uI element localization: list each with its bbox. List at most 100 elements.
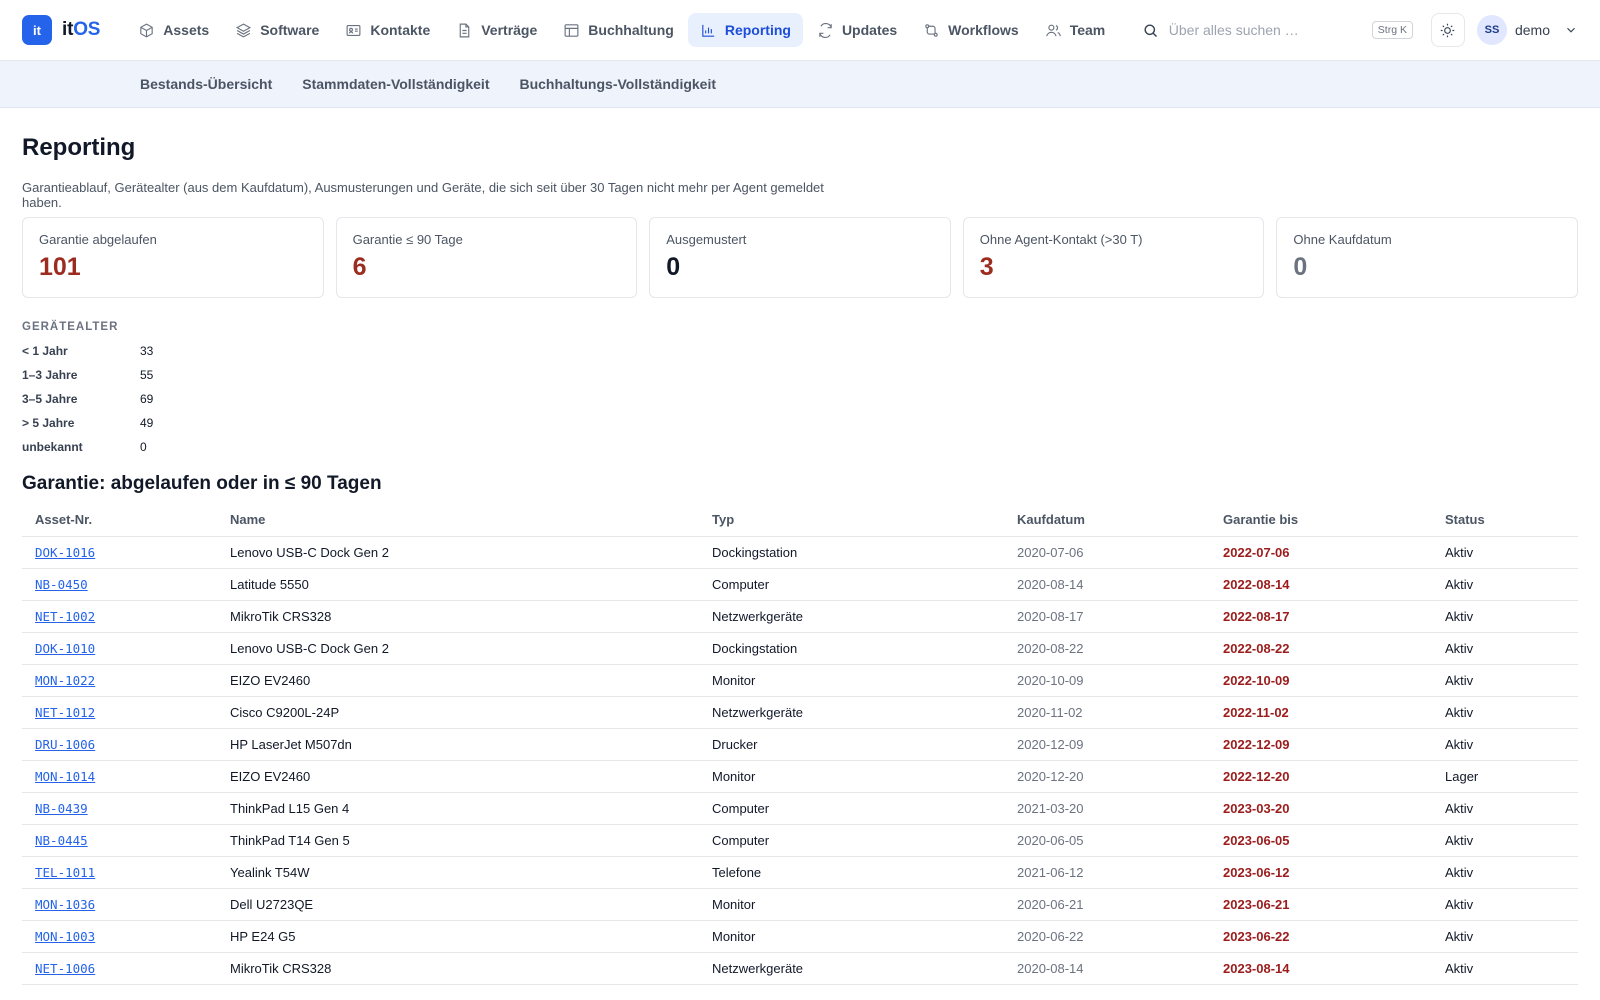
table-row: DOK-1016 Lenovo USB-C Dock Gen 2 Dockingst…: [22, 536, 1578, 569]
asset-link[interactable]: MON-1003: [35, 929, 95, 944]
purchase-date-cell: 2020-06-22: [1004, 920, 1210, 953]
purchase-date-cell: 2020-08-14: [1004, 568, 1210, 601]
type-cell: Dockingstation: [699, 536, 1004, 569]
asset-link[interactable]: NET-1006: [35, 961, 95, 976]
warranty-until-cell: 2023-03-20: [1210, 792, 1432, 825]
table-row: MON-1022 EIZO EV2460 Monitor 2020-10-09 2022…: [22, 664, 1578, 697]
global-search[interactable]: Über alles suchen …: [1132, 13, 1372, 47]
nav-item-workflows[interactable]: Workflows: [911, 13, 1031, 47]
purchase-date-cell: 2020-08-22: [1004, 632, 1210, 665]
asset-link[interactable]: TEL-1011: [35, 865, 95, 880]
page-title: Reporting: [22, 134, 136, 161]
asset-link[interactable]: NET-1002: [35, 609, 95, 624]
column-header-typ[interactable]: Typ: [699, 504, 1004, 537]
card-label: Ohne Kaufdatum: [1293, 232, 1392, 247]
subnav-bestands-uebersicht[interactable]: Bestands-Übersicht: [140, 76, 272, 92]
type-cell: Netzwerkgeräte: [699, 600, 1004, 633]
card-value: 3: [979, 253, 994, 281]
type-cell: Monitor: [699, 920, 1004, 953]
table-header-row: Asset-Nr. Name Typ Kaufdatum Garantie bi…: [22, 504, 1578, 537]
purchase-date-cell: 2020-12-20: [1004, 760, 1210, 793]
nav-item-label: Kontakte: [370, 22, 431, 38]
nav-item-buchhaltung[interactable]: Buchhaltung: [551, 13, 686, 47]
table-row: NET-1006 MikroTik CRS328 Netzwerkgeräte 202…: [22, 952, 1578, 985]
asset-link[interactable]: DOK-1010: [35, 641, 95, 656]
search-input[interactable]: Über alles suchen …: [1169, 22, 1299, 38]
warranty-until-cell: 2022-08-22: [1210, 632, 1432, 665]
asset-link[interactable]: NB-0439: [35, 801, 88, 816]
column-header-status[interactable]: Status: [1432, 504, 1578, 537]
summary-cards: Garantie abgelaufen 101 Garantie ≤ 90 Ta…: [22, 217, 1578, 298]
table-row: DOK-1010 Lenovo USB-C Dock Gen 2 Dockingst…: [22, 632, 1578, 665]
brand-name: itOS: [62, 19, 101, 40]
asset-link[interactable]: MON-1014: [35, 769, 95, 784]
brand[interactable]: it itOS: [22, 15, 100, 45]
card-label: Ohne Agent-Kontakt (>30 T): [979, 232, 1143, 247]
nav-item-assets[interactable]: Assets: [126, 13, 221, 47]
type-cell: Monitor: [699, 888, 1004, 921]
nav-item-software[interactable]: Software: [223, 13, 331, 47]
name-cell: Lenovo USB-C Dock Gen 2: [217, 536, 699, 569]
warranty-until-cell: 2022-12-20: [1210, 760, 1432, 793]
search-shortcut-hint: Strg K: [1371, 21, 1413, 39]
asset-link[interactable]: DRU-1006: [35, 737, 95, 752]
layers-icon: [236, 22, 252, 38]
status-cell: Aktiv: [1432, 920, 1578, 953]
warranty-table: Asset-Nr. Name Typ Kaufdatum Garantie bi…: [22, 504, 1578, 985]
asset-link[interactable]: NB-0450: [35, 577, 88, 592]
card-no-agent-contact: Ohne Agent-Kontakt (>30 T) 3: [962, 217, 1265, 298]
column-header-name[interactable]: Name: [217, 504, 699, 537]
document-icon: [459, 23, 470, 37]
subnav-buchhaltungs-vollstaendigkeit[interactable]: Buchhaltungs-Vollständigkeit: [519, 76, 716, 92]
card-label: Garantie abgelaufen: [39, 232, 157, 247]
avatar: SS: [1476, 15, 1507, 45]
table-row: DRU-1006 HP LaserJet M507dn Drucker 2020-12…: [22, 728, 1578, 761]
nav-item-kontakte[interactable]: Kontakte: [333, 13, 442, 47]
nav-item-reporting[interactable]: Reporting: [687, 13, 803, 47]
user-menu[interactable]: SS demo: [1476, 15, 1578, 45]
age-bucket-label: 3–5 Jahre: [22, 392, 78, 406]
nav-item-vertraege[interactable]: Verträge: [444, 13, 549, 47]
age-bucket-label: > 5 Jahre: [22, 416, 75, 430]
asset-link[interactable]: MON-1022: [35, 673, 95, 688]
warranty-until-cell: 2022-10-09: [1210, 664, 1432, 697]
column-header-asset-nr[interactable]: Asset-Nr.: [22, 504, 217, 537]
nav-item-label: Buchhaltung: [588, 22, 674, 38]
asset-link[interactable]: DOK-1016: [35, 545, 95, 560]
user-name: demo: [1514, 22, 1550, 38]
status-cell: Aktiv: [1432, 568, 1578, 601]
chevron-down-icon: [1558, 20, 1578, 40]
asset-nr-cell: NB-0445: [22, 824, 217, 857]
asset-link[interactable]: MON-1036: [35, 897, 95, 912]
reporting-subnav: Bestands-Übersicht Stammdaten-Vollständi…: [0, 61, 1600, 108]
nav-item-label: Software: [260, 22, 320, 38]
table-row: MON-1036 Dell U2723QE Monitor 2020-06-21 202…: [22, 888, 1578, 921]
type-cell: Monitor: [699, 664, 1004, 697]
asset-nr-cell: NB-0450: [22, 568, 217, 601]
subnav-stammdaten-vollstaendigkeit[interactable]: Stammdaten-Vollständigkeit: [302, 76, 489, 92]
purchase-date-cell: 2020-07-06: [1004, 536, 1210, 569]
purchase-date-cell: 2020-06-21: [1004, 888, 1210, 921]
card-no-purchase-date: Ohne Kaufdatum 0: [1276, 217, 1578, 298]
type-cell: Netzwerkgeräte: [699, 696, 1004, 729]
asset-nr-cell: DOK-1016: [22, 536, 217, 569]
nav-item-updates[interactable]: Updates: [805, 13, 909, 47]
column-header-garantie-bis[interactable]: Garantie bis: [1210, 504, 1432, 537]
asset-link[interactable]: NB-0445: [35, 833, 88, 848]
type-cell: Drucker: [699, 728, 1004, 761]
table-row: NB-0439 ThinkPad L15 Gen 4 Computer 2021-03…: [22, 792, 1578, 825]
warranty-until-cell: 2023-06-05: [1210, 824, 1432, 857]
warranty-table-title: Garantie: abgelaufen oder in ≤ 90 Tagen: [22, 473, 382, 494]
users-icon: [1045, 24, 1061, 36]
column-header-kaufdatum[interactable]: Kaufdatum: [1004, 504, 1210, 537]
asset-nr-cell: NET-1012: [22, 696, 217, 729]
purchase-date-cell: 2021-06-12: [1004, 856, 1210, 889]
status-cell: Aktiv: [1432, 664, 1578, 697]
nav-item-team[interactable]: Team: [1033, 13, 1118, 47]
theme-toggle-button[interactable]: [1430, 13, 1465, 47]
purchase-date-cell: 2020-11-02: [1004, 696, 1210, 729]
asset-link[interactable]: NET-1012: [35, 705, 95, 720]
asset-nr-cell: NB-0439: [22, 792, 217, 825]
name-cell: HP E24 G5: [217, 920, 699, 953]
bar-chart-icon: [702, 24, 714, 37]
